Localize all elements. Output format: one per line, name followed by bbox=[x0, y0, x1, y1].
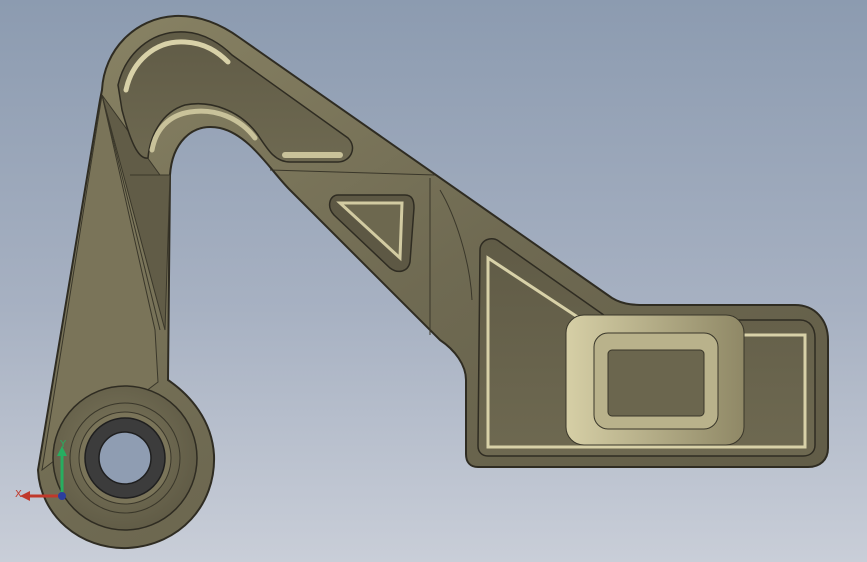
model-view[interactable] bbox=[0, 0, 867, 562]
y-axis-label: Y bbox=[60, 439, 67, 450]
graphics-viewport[interactable]: X Y bbox=[0, 0, 867, 562]
bracket-part[interactable] bbox=[36, 14, 829, 550]
x-axis-label: X bbox=[15, 489, 22, 500]
pocket-boss-floor bbox=[607, 349, 705, 417]
view-triad: X Y bbox=[12, 438, 76, 508]
pivot-bore bbox=[98, 431, 152, 485]
